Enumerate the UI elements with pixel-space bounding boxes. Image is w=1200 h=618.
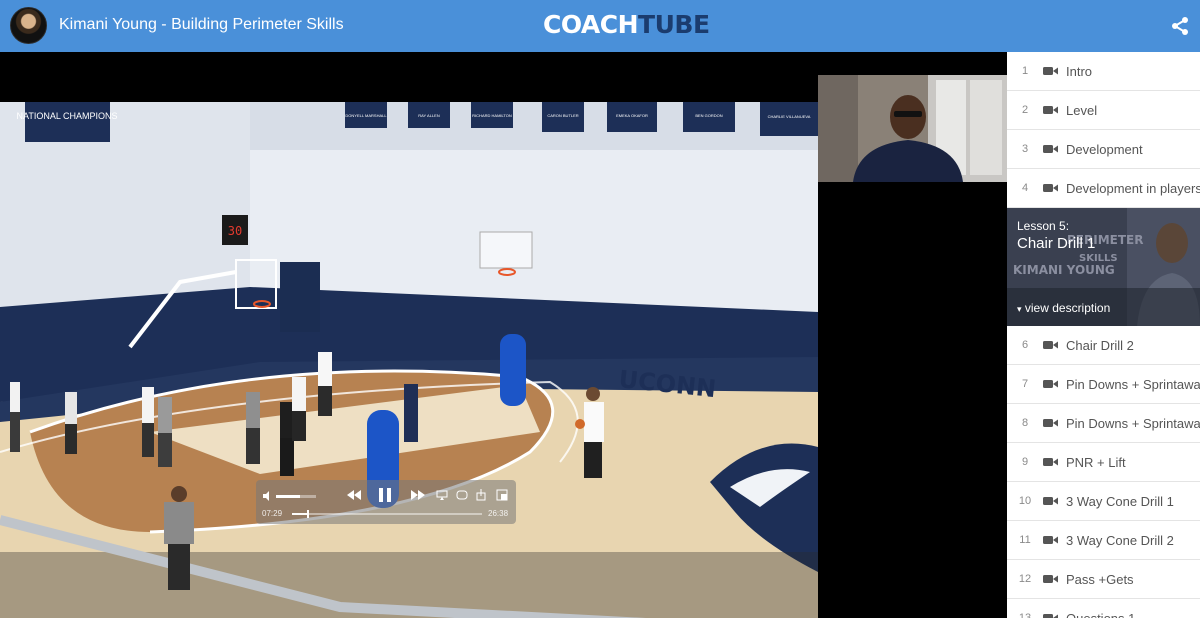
lesson-item[interactable]: 7 Pin Downs + Sprintaway — [1007, 365, 1200, 404]
video-controls: 07:29 26:38 — [256, 480, 516, 524]
banner-2: RAY ALLEN — [418, 113, 440, 118]
top-bar: Kimani Young - Building Perimeter Skills… — [0, 0, 1200, 52]
lesson-item[interactable]: 10 3 Way Cone Drill 1 — [1007, 482, 1200, 521]
shot-clock-value: 30 — [228, 224, 242, 238]
lesson-title: Level — [1066, 102, 1098, 118]
lesson-number: 9 — [1021, 456, 1029, 468]
logo-tube: TUBE — [638, 10, 710, 39]
video-camera-icon — [1043, 106, 1058, 114]
lesson-list: 1 Intro 2 Level 3 Development 4 Development in … — [1007, 52, 1200, 618]
volume-level — [276, 495, 300, 498]
lesson-item[interactable]: 3 Development — [1007, 130, 1200, 169]
video-camera-icon — [1043, 67, 1058, 75]
volume-slider[interactable] — [276, 495, 316, 498]
fast-forward-icon[interactable] — [410, 489, 426, 501]
view-description-link[interactable]: ▾ view description — [1017, 301, 1110, 315]
pause-icon[interactable] — [378, 487, 392, 503]
banner-5: EMEKA OKAFOR — [616, 113, 648, 118]
banner-7: CHARLIE VILLANUEVA — [768, 114, 811, 119]
center-backboard — [479, 231, 533, 269]
video-frame-gym: UCONN NATIONAL CHAMPIONS DONYELL MARSHAL… — [0, 102, 818, 618]
lesson-number: 2 — [1021, 104, 1029, 116]
lesson-number: 1 — [1021, 65, 1029, 77]
video-camera-icon — [1043, 145, 1058, 153]
lesson-number: 13 — [1018, 612, 1032, 618]
lesson-number: 4 — [1021, 182, 1029, 194]
lesson-title: 3 Way Cone Drill 2 — [1066, 532, 1174, 548]
video-camera-icon — [1043, 575, 1058, 583]
share-button[interactable] — [1168, 14, 1192, 38]
thumb-text-instructor: KIMANI YOUNG — [1013, 263, 1115, 277]
lesson-title: PNR + Lift — [1066, 454, 1126, 470]
share-icon — [1172, 17, 1188, 35]
instructor-avatar — [10, 7, 47, 44]
lesson-item-active[interactable]: PERIMETER SKILLS KIMANI YOUNG Lesson 5: … — [1007, 208, 1200, 326]
lesson-title: Questions 1 — [1066, 610, 1136, 618]
lesson-number: 8 — [1021, 417, 1029, 429]
banner-3: RICHARD HAMILTON — [472, 113, 512, 118]
video-camera-icon — [1043, 380, 1058, 388]
video-camera-icon — [1043, 614, 1058, 618]
lesson-item[interactable]: 2 Level — [1007, 91, 1200, 130]
duration: 26:38 — [488, 509, 509, 518]
blocking-pad — [500, 334, 526, 406]
lesson-item[interactable]: 8 Pin Downs + Sprintaway — [1007, 404, 1200, 443]
lesson-number: 7 — [1021, 378, 1029, 390]
view-description-label: view description — [1024, 301, 1111, 315]
lesson-title: Pin Downs + Sprintaway — [1066, 376, 1200, 392]
lesson-number: 10 — [1018, 495, 1032, 507]
lesson-item[interactable]: 11 3 Way Cone Drill 2 — [1007, 521, 1200, 560]
progress-scrubber[interactable] — [307, 510, 310, 518]
video-player[interactable]: UCONN NATIONAL CHAMPIONS DONYELL MARSHAL… — [0, 52, 1007, 618]
lesson-item[interactable]: 9 PNR + Lift — [1007, 443, 1200, 482]
lesson-item[interactable]: 6 Chair Drill 2 — [1007, 326, 1200, 365]
lesson-title: 3 Way Cone Drill 1 — [1066, 493, 1174, 509]
banner-4: CARON BUTLER — [547, 113, 578, 118]
video-camera-icon — [1043, 419, 1058, 427]
active-lesson-title: Chair Drill 1 — [1017, 235, 1096, 252]
lesson-title: Development in players — [1066, 180, 1200, 196]
lesson-title: Chair Drill 2 — [1066, 337, 1134, 353]
course-title: Kimani Young - Building Perimeter Skills — [59, 16, 344, 33]
instructor-webcam — [818, 75, 1007, 182]
fullscreen-icon[interactable] — [496, 489, 508, 501]
lesson-item[interactable]: 13 Questions 1 — [1007, 599, 1200, 618]
lesson-item[interactable]: 12 Pass +Gets — [1007, 560, 1200, 599]
banner-6: BEN GORDON — [695, 113, 722, 118]
progress-bar[interactable] — [292, 510, 482, 518]
current-time: 07:29 — [262, 509, 283, 518]
logo-coach: COACH — [543, 10, 639, 39]
lesson-item[interactable]: 1 Intro — [1007, 52, 1200, 91]
lesson-number: 3 — [1021, 143, 1029, 155]
lesson-item[interactable]: 4 Development in players — [1007, 169, 1200, 208]
lesson-number: 11 — [1019, 534, 1031, 546]
lesson-title: Pin Downs + Sprintaway — [1066, 415, 1200, 431]
video-camera-icon — [1043, 341, 1058, 349]
share-video-icon[interactable] — [476, 489, 486, 501]
rewind-icon[interactable] — [346, 489, 362, 501]
banner-0: NATIONAL CHAMPIONS — [16, 111, 117, 121]
lesson-title: Pass +Gets — [1066, 571, 1134, 587]
video-camera-icon — [1043, 536, 1058, 544]
picture-in-picture-icon[interactable] — [456, 490, 468, 500]
lesson-title: Development — [1066, 141, 1143, 157]
video-camera-icon — [1043, 184, 1058, 192]
lesson-number: 6 — [1021, 339, 1029, 351]
banner-1: DONYELL MARSHALL — [345, 113, 387, 118]
caret-down-icon: ▾ — [1017, 304, 1022, 314]
volume-icon[interactable] — [262, 490, 274, 502]
progress-fill — [292, 513, 308, 515]
active-lesson-number: Lesson 5: — [1017, 219, 1070, 233]
coachtube-logo[interactable]: COACHTUBE — [543, 10, 710, 39]
lesson-title: Intro — [1066, 63, 1093, 79]
video-camera-icon — [1043, 458, 1058, 466]
video-camera-icon — [1043, 497, 1058, 505]
lesson-number: 12 — [1018, 573, 1032, 585]
airplay-icon[interactable] — [436, 490, 448, 500]
